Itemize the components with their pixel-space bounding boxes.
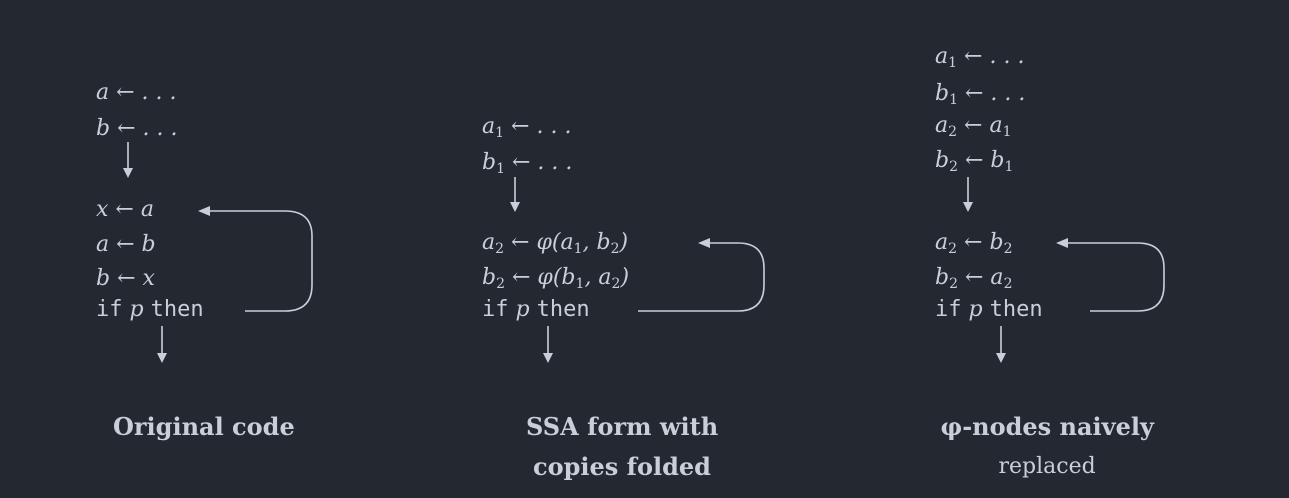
code-line-naive-top-3: b2 ← b1 (935, 148, 1013, 180)
keyword: if (482, 297, 509, 322)
caption-original-0: Original code (113, 412, 295, 441)
subscript: 2 (948, 124, 958, 140)
code-line-original-top-0: a ← . . . (96, 80, 177, 106)
keyword: then (536, 297, 590, 322)
code-line-original-top-1: b ← . . . (96, 116, 177, 142)
arrowhead-exit-ssa (543, 353, 553, 363)
subscript: 1 (1004, 159, 1014, 175)
code-text: ← . . . (958, 81, 1026, 106)
subscript: 2 (948, 241, 958, 257)
code-line-original-loop-0: x ← a (96, 197, 154, 223)
diagram-canvas: a ← . . . b ← . . . x ← a a ← b b ← x if p th… (0, 0, 1289, 498)
subscript: 2 (610, 241, 620, 257)
code-text: b (935, 81, 950, 106)
subscript: 1 (496, 161, 506, 177)
code-text: a (482, 230, 496, 255)
code-text: , b (582, 230, 611, 255)
subscript: 1 (1002, 124, 1012, 140)
subscript: 1 (495, 125, 505, 141)
code-text: , a (584, 265, 612, 290)
caption-naive-0: φ-nodes naively (940, 412, 1154, 441)
subscript: 2 (949, 276, 959, 292)
code-line-naive-top-1: b1 ← . . . (935, 81, 1025, 113)
code-text: ← φ(b (505, 265, 576, 290)
code-text: ← . . . (957, 44, 1025, 69)
subscript: 2 (1003, 241, 1013, 257)
arrowhead-entry-ssa (510, 202, 520, 212)
code-line-ssa-loop-0: a2 ← φ(a1, b2) (482, 230, 628, 262)
code-text: b ← . . . (96, 116, 178, 141)
code-text: a ← b (96, 232, 156, 257)
code-text: p (122, 297, 151, 322)
code-line-ssa-top-1: b1 ← . . . (482, 150, 572, 182)
code-text: ) (620, 265, 630, 290)
subscript: 1 (948, 55, 958, 71)
code-line-original-loop-2: b ← x (96, 266, 155, 292)
code-line-ssa-loop-1: b2 ← φ(b1, a2) (482, 265, 629, 297)
code-text: ← . . . (505, 150, 573, 175)
code-text: ← b (957, 230, 1004, 255)
subscript: 1 (949, 92, 959, 108)
code-line-original-loop-1: a ← b (96, 232, 156, 258)
code-line-naive-top-0: a1 ← . . . (935, 44, 1024, 76)
keyword: then (989, 297, 1043, 322)
code-text: a (935, 230, 949, 255)
code-text: b (482, 265, 497, 290)
caption-ssa-0: SSA form with (526, 412, 719, 441)
loop-backedge-original (210, 210, 313, 312)
code-text: x ← a (96, 197, 154, 222)
code-line-original-loop-3: if p then (96, 297, 204, 323)
arrowhead-loop-naive (1056, 238, 1068, 248)
subscript: 2 (495, 241, 505, 257)
arrowhead-exit-naive (996, 353, 1006, 363)
code-line-naive-top-2: a2 ← a1 (935, 113, 1012, 145)
code-line-naive-loop-0: a2 ← b2 (935, 230, 1012, 262)
arrowhead-loop-original (198, 206, 210, 216)
arrowhead-entry-original (123, 168, 133, 178)
loop-backedge-ssa (638, 242, 765, 312)
caption-naive-light: replaced (998, 454, 1096, 479)
keyword: if (96, 297, 123, 322)
code-text: a ← . . . (96, 80, 177, 105)
code-text: a (935, 113, 949, 138)
subscript: 1 (573, 241, 583, 257)
code-text: p (508, 297, 537, 322)
code-text: a (935, 44, 949, 69)
code-text: ← a (957, 113, 1003, 138)
code-text: b (935, 148, 950, 173)
code-line-naive-loop-2: if p then (935, 297, 1043, 323)
keyword: if (935, 297, 962, 322)
code-text: ) (619, 230, 629, 255)
caption-ssa-1: copies folded (533, 452, 711, 481)
code-text: b (935, 265, 950, 290)
code-text: b ← x (96, 266, 155, 291)
code-line-ssa-loop-2: if p then (482, 297, 590, 323)
code-text: ← b (958, 148, 1005, 173)
code-text: p (961, 297, 990, 322)
code-text: ← a (958, 265, 1004, 290)
subscript: 2 (1003, 276, 1013, 292)
arrowhead-exit-original (157, 353, 167, 363)
code-text: ← φ(a (504, 230, 574, 255)
caption-naive-sub: replaced (999, 448, 1096, 484)
arrowhead-loop-ssa (698, 238, 710, 248)
loop-backedge-naive (1068, 242, 1165, 312)
code-line-naive-loop-1: b2 ← a2 (935, 265, 1012, 297)
code-text: ← . . . (504, 114, 572, 139)
subscript: 2 (949, 159, 959, 175)
code-line-ssa-top-0: a1 ← . . . (482, 114, 571, 146)
arrowhead-entry-naive (963, 202, 973, 212)
keyword: then (150, 297, 204, 322)
code-text: a (482, 114, 496, 139)
subscript: 2 (496, 276, 506, 292)
code-text: b (482, 150, 497, 175)
